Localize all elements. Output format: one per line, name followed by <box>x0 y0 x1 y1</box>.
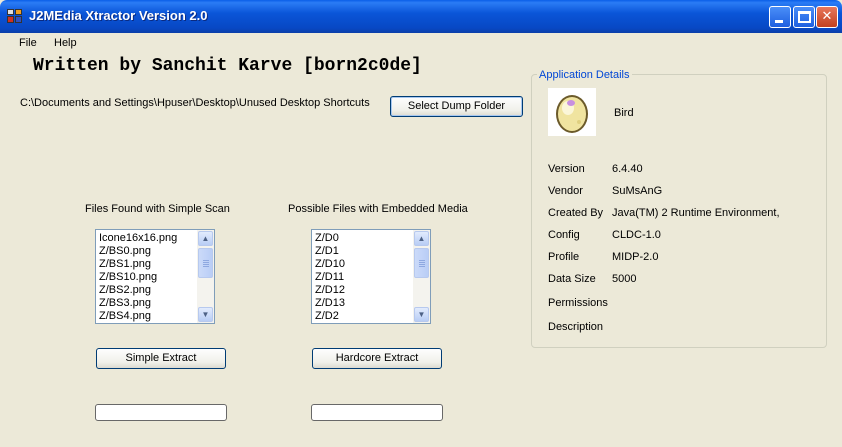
list-item[interactable]: Z/BS1.png <box>99 258 177 271</box>
menu-help[interactable]: Help <box>54 37 77 49</box>
list-item[interactable]: Z/BS10.png <box>99 271 177 284</box>
list-item[interactable]: Z/D12 <box>315 284 345 297</box>
dump-folder-path: C:\Documents and Settings\Hpuser\Desktop… <box>20 97 370 109</box>
title-bar[interactable]: J2MEdia Xtractor Version 2.0 ✕ <box>0 0 842 33</box>
detail-label-version: Version <box>548 163 585 175</box>
detail-value-data-size: 5000 <box>612 273 637 285</box>
app-icon[interactable] <box>7 9 23 24</box>
close-button[interactable]: ✕ <box>816 6 838 28</box>
scroll-down-icon[interactable]: ▼ <box>414 307 429 322</box>
simple-extract-progress <box>95 404 227 421</box>
list-item[interactable]: Z/D0 <box>315 232 345 245</box>
detail-label-config: Config <box>548 229 580 241</box>
main-window: J2MEdia Xtractor Version 2.0 ✕ File Help… <box>0 0 842 447</box>
application-details-title: Application Details <box>537 69 632 81</box>
detail-label-created-by: Created By <box>548 207 604 219</box>
detail-label-data-size: Data Size <box>548 273 596 285</box>
list-item[interactable]: Z/D1 <box>315 245 345 258</box>
simple-scan-scrollbar[interactable]: ▲ ▼ <box>197 230 214 323</box>
list-item[interactable]: Z/BS2.png <box>99 284 177 297</box>
scroll-up-icon[interactable]: ▲ <box>414 231 429 246</box>
window-title: J2MEdia Xtractor Version 2.0 <box>29 8 208 23</box>
select-dump-folder-button[interactable]: Select Dump Folder <box>390 96 523 117</box>
list-item[interactable]: Z/BS3.png <box>99 297 177 310</box>
app-name: Bird <box>614 107 634 119</box>
embedded-media-scrollbar[interactable]: ▲ ▼ <box>413 230 430 323</box>
detail-label-permissions: Permissions <box>548 297 608 309</box>
list-item[interactable]: Z/D13 <box>315 297 345 310</box>
scroll-up-icon[interactable]: ▲ <box>198 231 213 246</box>
close-icon: ✕ <box>821 9 833 24</box>
list-item[interactable]: Z/D11 <box>315 271 345 284</box>
menu-bar: File Help <box>0 33 842 53</box>
embedded-media-caption: Possible Files with Embedded Media <box>288 203 468 215</box>
list-item[interactable]: Z/D10 <box>315 258 345 271</box>
maximize-icon <box>798 11 811 23</box>
detail-value-version: 6.4.40 <box>612 163 643 175</box>
simple-scan-list[interactable]: Icone16x16.png Z/BS0.png Z/BS1.png Z/BS10.p… <box>95 229 215 324</box>
egg-icon <box>548 88 596 136</box>
detail-value-config: CLDC-1.0 <box>612 229 661 241</box>
detail-value-profile: MIDP-2.0 <box>612 251 659 263</box>
simple-scan-caption: Files Found with Simple Scan <box>85 203 230 215</box>
menu-file[interactable]: File <box>19 37 37 49</box>
scroll-thumb[interactable] <box>414 248 429 278</box>
minimize-icon <box>775 20 783 23</box>
hardcore-extract-progress <box>311 404 443 421</box>
list-item[interactable]: Icone16x16.png <box>99 232 177 245</box>
list-item[interactable]: Z/BS4.png <box>99 310 177 323</box>
detail-value-created-by: Java(TM) 2 Runtime Environment, <box>612 207 780 219</box>
list-item[interactable]: Z/BS0.png <box>99 245 177 258</box>
hardcore-extract-button[interactable]: Hardcore Extract <box>312 348 442 369</box>
minimize-button[interactable] <box>769 6 791 28</box>
author-heading: Written by Sanchit Karve [born2c0de] <box>33 56 422 76</box>
scroll-thumb[interactable] <box>198 248 213 278</box>
scroll-down-icon[interactable]: ▼ <box>198 307 213 322</box>
simple-extract-button[interactable]: Simple Extract <box>96 348 226 369</box>
maximize-button[interactable] <box>793 6 815 28</box>
detail-label-profile: Profile <box>548 251 580 263</box>
detail-value-vendor: SuMsAnG <box>612 185 663 197</box>
embedded-media-list[interactable]: Z/D0 Z/D1 Z/D10 Z/D11 Z/D12 Z/D13 Z/D2 ▲ ▼ <box>311 229 431 324</box>
list-item[interactable]: Z/D2 <box>315 310 345 323</box>
detail-label-description: Description <box>548 321 604 333</box>
detail-label-vendor: Vendor <box>548 185 583 197</box>
